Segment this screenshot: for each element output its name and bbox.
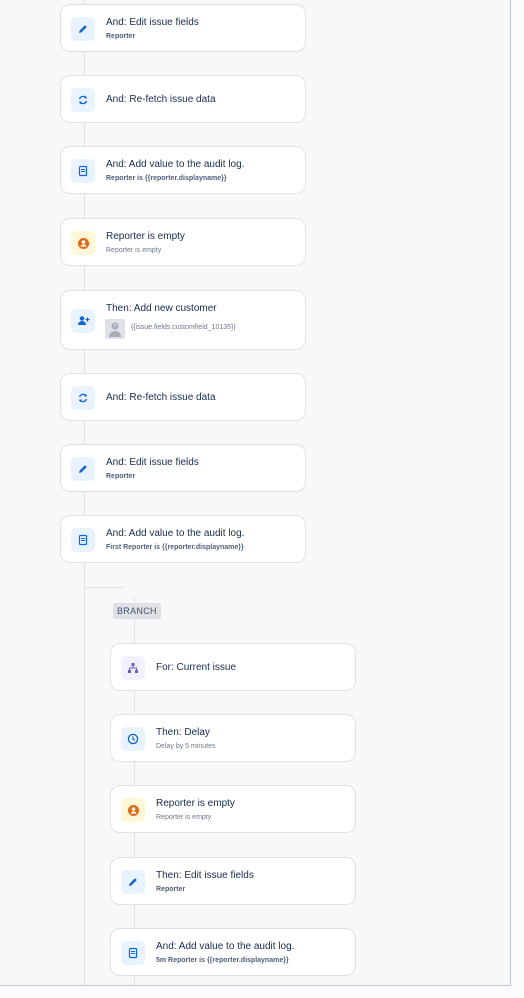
step-card-audit-log[interactable]: And: Add value to the audit log. 5m Repo… xyxy=(110,928,356,976)
step-subtitle: Reporter xyxy=(106,33,136,40)
add-customer-icon xyxy=(71,309,95,333)
step-title: And: Add value to the audit log. xyxy=(106,528,245,539)
pencil-icon xyxy=(71,457,95,481)
step-subtitle: Delay by 5 minutes xyxy=(156,743,216,750)
step-subtitle: Reporter xyxy=(156,886,186,893)
step-subtitle: {{issue.fields.customfield_10135}} xyxy=(131,324,236,331)
pencil-icon xyxy=(121,870,145,894)
step-title: And: Re-fetch issue data xyxy=(106,94,216,105)
audit-log-icon xyxy=(71,159,95,183)
step-card-edit-issue-fields[interactable]: And: Edit issue fields Reporter xyxy=(60,4,306,52)
clock-icon xyxy=(121,727,145,751)
step-title: And: Add value to the audit log. xyxy=(106,159,245,170)
step-title: And: Edit issue fields xyxy=(106,457,199,468)
step-subtitle: Reporter xyxy=(106,473,136,480)
step-title: Reporter is empty xyxy=(106,231,185,242)
refresh-icon xyxy=(71,88,95,112)
step-title: And: Add value to the audit log. xyxy=(156,941,295,952)
step-card-refetch-issue-data[interactable]: And: Re-fetch issue data xyxy=(60,373,306,421)
step-subtitle: First Reporter is {{reporter.displayname… xyxy=(106,544,244,551)
step-subtitle: Reporter is {{reporter.displayname}} xyxy=(106,175,227,182)
user-condition-icon xyxy=(121,798,145,822)
step-title: Then: Delay xyxy=(156,727,210,738)
audit-log-icon xyxy=(121,941,145,965)
avatar: ? xyxy=(105,319,125,339)
step-card-edit-issue-fields[interactable]: And: Edit issue fields Reporter xyxy=(60,444,306,492)
audit-log-icon xyxy=(71,528,95,552)
branch-label: BRANCH xyxy=(113,603,161,619)
svg-text:?: ? xyxy=(114,324,117,330)
user-condition-icon xyxy=(71,231,95,255)
step-card-audit-log[interactable]: And: Add value to the audit log. First R… xyxy=(60,515,306,563)
step-title: And: Re-fetch issue data xyxy=(106,392,216,403)
step-card-for-current-issue[interactable]: For: Current issue xyxy=(110,643,356,691)
rule-canvas: And: Edit issue fields Reporter And: Re-… xyxy=(0,0,511,986)
step-title: Then: Add new customer xyxy=(106,303,217,314)
step-subtitle: Reporter is empty xyxy=(106,247,162,254)
step-card-reporter-condition[interactable]: Reporter is empty Reporter is empty xyxy=(60,218,306,266)
refresh-icon xyxy=(71,386,95,410)
step-title: For: Current issue xyxy=(156,662,237,673)
step-subtitle: Reporter is empty xyxy=(156,814,212,821)
step-card-refetch-issue-data[interactable]: And: Re-fetch issue data xyxy=(60,75,306,123)
step-card-reporter-condition[interactable]: Reporter is empty Reporter is empty xyxy=(110,785,356,833)
step-card-edit-issue-fields[interactable]: Then: Edit issue fields Reporter xyxy=(110,857,356,905)
branch-icon xyxy=(121,656,145,680)
step-title: And: Edit issue fields xyxy=(106,17,199,28)
pencil-icon xyxy=(71,17,95,41)
step-title: Reporter is empty xyxy=(156,798,235,809)
step-subtitle: 5m Reporter is {{reporter.displayname}} xyxy=(156,957,289,964)
step-card-add-new-customer[interactable]: Then: Add new customer ? {{issue.fields.… xyxy=(60,290,306,350)
step-card-audit-log[interactable]: And: Add value to the audit log. Reporte… xyxy=(60,146,306,194)
branch-connector-h xyxy=(84,587,124,588)
step-card-delay[interactable]: Then: Delay Delay by 5 minutes xyxy=(110,714,356,762)
step-title: Then: Edit issue fields xyxy=(156,870,254,881)
